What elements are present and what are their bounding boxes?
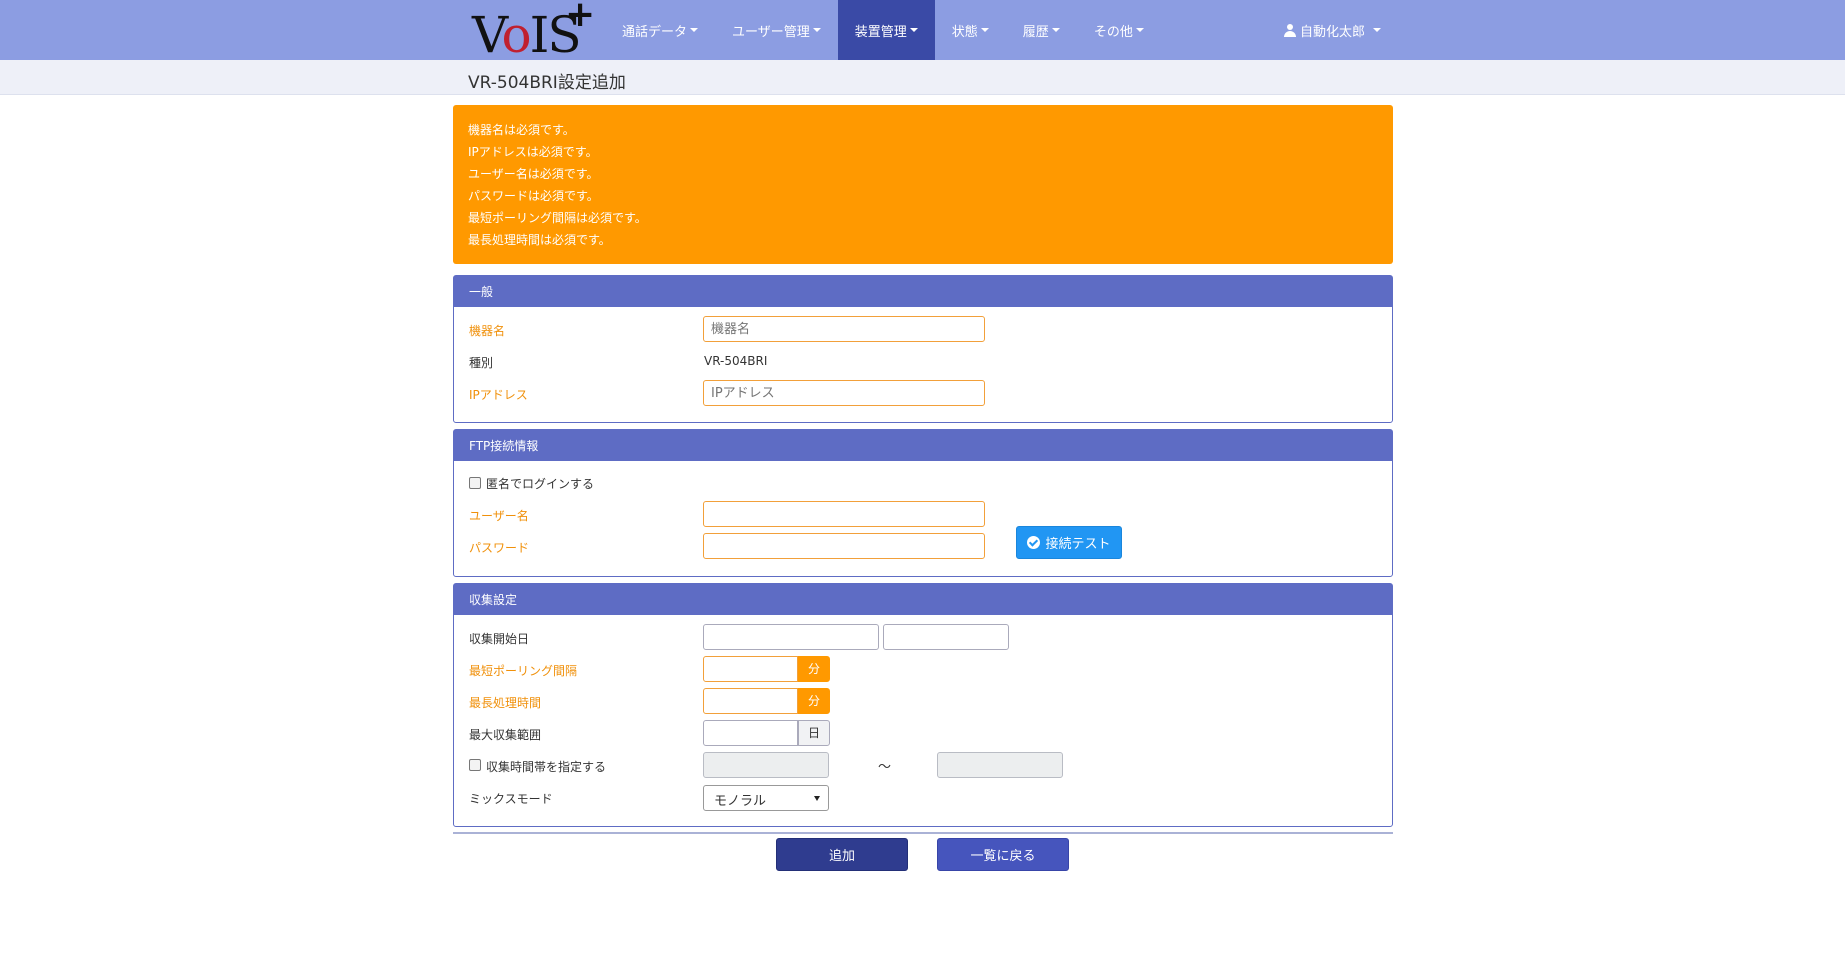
time-range-separator: ～: [878, 760, 892, 775]
dropdown-arrow-icon: [814, 796, 820, 801]
start-date-input[interactable]: [703, 624, 879, 650]
caret-down-icon: [812, 28, 821, 32]
nav-other[interactable]: その他: [1077, 0, 1161, 60]
max-processing-unit: 分: [798, 688, 830, 714]
page-header: VR-504BRI設定追加: [0, 60, 1845, 95]
logo-plus: +: [565, 0, 596, 35]
mix-mode-label: ミックスモード: [469, 792, 553, 806]
max-range-input[interactable]: [703, 720, 798, 746]
alert-message: 機器名は必須です。: [468, 123, 575, 137]
min-polling-input[interactable]: [703, 656, 798, 682]
type-label: 種別: [469, 356, 494, 370]
time-range-start-input[interactable]: [703, 752, 829, 778]
caret-down-icon: [909, 28, 918, 32]
anonymous-login-checkbox[interactable]: [469, 477, 481, 489]
alert-message: パスワードは必須です。: [468, 189, 599, 203]
alert-message: 最長処理時間は必須です。: [468, 233, 611, 247]
caret-down-icon: [690, 28, 699, 32]
ftp-username-label: ユーザー名: [469, 509, 529, 523]
check-circle-icon: [1027, 536, 1041, 549]
form-divider: [453, 832, 1393, 834]
caret-down-icon: [980, 28, 989, 32]
device-name-label: 機器名: [469, 324, 506, 338]
back-to-list-button[interactable]: 一覧に戻る: [937, 838, 1069, 871]
mix-mode-value: モノラル: [714, 794, 767, 809]
main-nav: 通話データ ユーザー管理 装置管理 状態 履歴 その他: [605, 0, 1161, 60]
ftp-username-input[interactable]: [703, 501, 985, 527]
time-range-checkbox[interactable]: [469, 759, 481, 771]
general-panel: 一般 機器名 種別 VR-504BRI IPアドレス: [453, 275, 1393, 423]
nav-status[interactable]: 状態: [935, 0, 1006, 60]
nav-history[interactable]: 履歴: [1006, 0, 1077, 60]
collection-panel: 収集設定 収集開始日 最短ポーリング間隔 分 最長処理時間 分 最大収集範囲 日…: [453, 583, 1393, 827]
panel-heading: 収集設定: [454, 584, 1392, 615]
anonymous-login-label: 匿名でログインする: [486, 477, 595, 491]
start-date-label: 収集開始日: [469, 632, 530, 646]
user-icon: [1284, 23, 1296, 37]
max-range-label: 最大収集範囲: [469, 728, 542, 742]
ftp-password-label: パスワード: [469, 541, 530, 555]
start-time-input[interactable]: [883, 624, 1009, 650]
nav-device-management[interactable]: 装置管理: [837, 0, 935, 60]
vois-logo[interactable]: VoIS +: [472, 0, 596, 63]
user-menu[interactable]: 自動化太郎: [1284, 0, 1382, 60]
time-range-end-input[interactable]: [937, 752, 1063, 778]
mix-mode-select[interactable]: モノラル: [703, 785, 829, 811]
ip-address-label: IPアドレス: [469, 388, 528, 402]
user-name: 自動化太郎: [1300, 24, 1366, 40]
min-polling-unit: 分: [798, 656, 830, 682]
connection-test-label: 接続テスト: [1045, 537, 1111, 552]
ftp-panel: FTP接続情報 匿名でログインする ユーザー名 パスワード 接続テスト: [453, 429, 1393, 577]
type-value: VR-504BRI: [704, 354, 768, 368]
nav-call-data[interactable]: 通話データ: [605, 0, 715, 60]
add-button[interactable]: 追加: [776, 838, 908, 871]
validation-alert: 機器名は必須です。 IPアドレスは必須です。 ユーザー名は必須です。 パスワード…: [453, 105, 1393, 264]
page-title: VR-504BRI設定追加: [468, 73, 626, 93]
panel-heading: FTP接続情報: [454, 430, 1392, 461]
max-processing-input[interactable]: [703, 688, 798, 714]
alert-message: ユーザー名は必須です。: [468, 167, 599, 181]
time-range-label: 収集時間帯を指定する: [486, 760, 607, 774]
min-polling-label: 最短ポーリング間隔: [469, 664, 578, 678]
ip-address-input[interactable]: [703, 380, 985, 406]
ftp-password-input[interactable]: [703, 533, 985, 559]
caret-down-icon: [1135, 28, 1144, 32]
device-name-input[interactable]: [703, 316, 985, 342]
alert-message: 最短ポーリング間隔は必須です。: [468, 211, 647, 225]
connection-test-button[interactable]: 接続テスト: [1016, 526, 1122, 559]
caret-down-icon: [1051, 28, 1060, 32]
caret-down-icon: [1373, 28, 1382, 32]
max-range-unit: 日: [798, 720, 830, 746]
alert-message: IPアドレスは必須です。: [468, 145, 598, 159]
panel-heading: 一般: [454, 276, 1392, 307]
logo-wordmark: VoIS: [472, 6, 582, 64]
max-processing-label: 最長処理時間: [469, 696, 542, 710]
nav-user-management[interactable]: ユーザー管理: [715, 0, 838, 60]
top-navbar: VoIS + 通話データ ユーザー管理 装置管理 状態 履歴 その他 自動化太郎: [0, 0, 1845, 63]
